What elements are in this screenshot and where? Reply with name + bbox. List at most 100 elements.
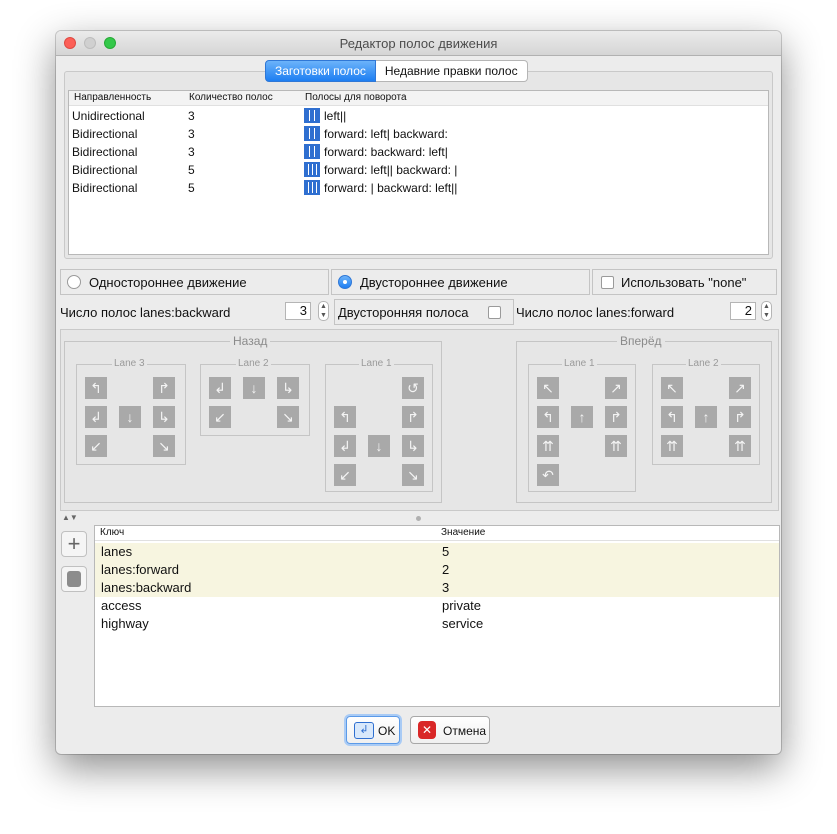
slight-left-icon[interactable]: ↙ — [334, 464, 356, 486]
turn-right-icon[interactable]: ↱ — [605, 406, 627, 428]
turn-right-icon[interactable]: ↱ — [729, 406, 751, 428]
merge-right-icon[interactable]: ⇈ — [605, 435, 627, 457]
delete-tag-button[interactable] — [61, 566, 87, 592]
preset-count: 5 — [188, 163, 195, 177]
turn-left-icon[interactable]: ↲ — [334, 435, 356, 457]
tag-row[interactable]: access private — [95, 597, 779, 615]
backward-count-stepper[interactable]: ▲ ▼ — [318, 301, 329, 321]
slight-left-icon[interactable]: ↖ — [537, 377, 559, 399]
col-value[interactable]: Значение — [441, 527, 485, 538]
preset-direction: Bidirectional — [72, 163, 138, 177]
lane-label: Lane 2 — [686, 358, 721, 369]
lane-preview-icon — [304, 108, 320, 123]
twoway-option[interactable]: Двустороннее движение — [331, 269, 590, 295]
through-icon[interactable]: ↓ — [119, 406, 141, 428]
oneway-radio[interactable] — [67, 275, 81, 289]
merge-left-icon[interactable]: ⇈ — [661, 435, 683, 457]
turn-left-icon[interactable]: ↲ — [85, 406, 107, 428]
turn-right-u-icon[interactable]: ↱ — [402, 406, 424, 428]
preset-direction: Bidirectional — [72, 127, 138, 141]
tag-row[interactable]: lanes:backward 3 — [95, 579, 779, 597]
collapse-arrows-icon[interactable]: ▲▼ — [62, 513, 78, 522]
split-handle[interactable]: ▲▼ — [60, 513, 777, 523]
cancel-label: Отмена — [443, 724, 487, 738]
oneway-option[interactable]: Одностороннее движение — [60, 269, 329, 295]
tag-value[interactable]: 2 — [442, 562, 449, 577]
title-bar[interactable]: Редактор полос движения — [56, 31, 781, 56]
tag-row[interactable]: lanes 5 — [95, 543, 779, 561]
tag-row[interactable]: highway service — [95, 615, 779, 633]
forward-count-stepper[interactable]: ▲ ▼ — [761, 301, 772, 321]
through-icon[interactable]: ↑ — [695, 406, 717, 428]
ok-icon: ↲ — [354, 722, 374, 739]
turn-right-u-icon[interactable]: ↱ — [153, 377, 175, 399]
col-direction[interactable]: Направленность — [74, 92, 151, 103]
lane-label: Lane 1 — [359, 358, 394, 369]
tag-key[interactable]: lanes — [101, 544, 132, 559]
slight-left-icon[interactable]: ↖ — [661, 377, 683, 399]
tag-value[interactable]: service — [442, 616, 483, 631]
both-lane-label: Двусторонняя полоса — [338, 305, 469, 320]
col-turns[interactable]: Полосы для поворота — [305, 92, 407, 103]
preset-turns: forward: left| backward: — [324, 127, 448, 141]
slight-right-icon[interactable]: ↘ — [153, 435, 175, 457]
turn-left-icon[interactable]: ↲ — [209, 377, 231, 399]
use-none-option[interactable]: Использовать "none" — [592, 269, 777, 295]
u-turn-icon[interactable]: ↺ — [402, 377, 424, 399]
lane-preview-icon — [304, 126, 320, 141]
turn-right-icon[interactable]: ↳ — [402, 435, 424, 457]
preset-row[interactable]: Unidirectional 3 left|| — [69, 107, 768, 125]
through-icon[interactable]: ↓ — [243, 377, 265, 399]
col-count[interactable]: Количество полос — [189, 92, 273, 103]
both-lane-option[interactable]: Двусторонняя полоса — [334, 299, 514, 325]
through-icon[interactable]: ↓ — [368, 435, 390, 457]
preset-turns: forward: backward: left| — [324, 145, 448, 159]
merge-left-icon[interactable]: ⇈ — [537, 435, 559, 457]
tag-key[interactable]: lanes:forward — [101, 562, 179, 577]
slight-left-icon[interactable]: ↙ — [85, 435, 107, 457]
preset-row[interactable]: Bidirectional 3 forward: left| backward: — [69, 125, 768, 143]
turn-left-icon[interactable]: ↰ — [537, 406, 559, 428]
cancel-button[interactable]: ✕ Отмена — [410, 716, 490, 744]
add-tag-button[interactable]: + — [61, 531, 87, 557]
preset-direction: Bidirectional — [72, 181, 138, 195]
tag-row[interactable]: lanes:forward 2 — [95, 561, 779, 579]
ok-button[interactable]: ↲ OK — [346, 716, 400, 744]
turn-left-u-icon[interactable]: ↰ — [85, 377, 107, 399]
turn-right-icon[interactable]: ↳ — [153, 406, 175, 428]
through-icon[interactable]: ↑ — [571, 406, 593, 428]
use-none-checkbox[interactable] — [601, 276, 614, 289]
slight-left-icon[interactable]: ↙ — [209, 406, 231, 428]
tag-key[interactable]: highway — [101, 616, 149, 631]
slight-right-icon[interactable]: ↘ — [402, 464, 424, 486]
u-turn-icon[interactable]: ↶ — [537, 464, 559, 486]
turn-right-icon[interactable]: ↳ — [277, 377, 299, 399]
twoway-radio[interactable] — [338, 275, 352, 289]
preset-row[interactable]: Bidirectional 5 forward: left|| backward… — [69, 161, 768, 179]
tag-value[interactable]: 3 — [442, 580, 449, 595]
backward-count-input[interactable]: 3 — [285, 302, 311, 320]
tag-value[interactable]: 5 — [442, 544, 449, 559]
turn-left-icon[interactable]: ↰ — [661, 406, 683, 428]
tab-lane-presets[interactable]: Заготовки полос — [265, 60, 376, 82]
tab-recent-edits[interactable]: Недавние правки полос — [375, 60, 528, 82]
preset-row[interactable]: Bidirectional 5 forward: | backward: lef… — [69, 179, 768, 197]
tag-value[interactable]: private — [442, 598, 481, 613]
oneway-label: Одностороннее движение — [89, 275, 247, 290]
slight-right-icon[interactable]: ↗ — [729, 377, 751, 399]
turn-left-u-icon[interactable]: ↰ — [334, 406, 356, 428]
tag-key[interactable]: access — [101, 598, 141, 613]
slight-right-icon[interactable]: ↘ — [277, 406, 299, 428]
forward-count-input[interactable]: 2 — [730, 302, 756, 320]
plus-icon: + — [67, 531, 81, 556]
slight-right-icon[interactable]: ↗ — [605, 377, 627, 399]
twoway-label: Двустороннее движение — [360, 275, 508, 290]
preset-turns: forward: left|| backward: | — [324, 163, 458, 177]
col-key[interactable]: Ключ — [100, 527, 124, 538]
forward-lane-1: Lane 1 ↖ ↗ ↰ ↑ ↱ ⇈ ⇈ ↶ — [528, 358, 636, 492]
tag-key[interactable]: lanes:backward — [101, 580, 191, 595]
preset-row[interactable]: Bidirectional 3 forward: backward: left| — [69, 143, 768, 161]
splitter-grip-icon[interactable] — [416, 516, 421, 521]
both-lane-checkbox[interactable] — [488, 306, 501, 319]
merge-right-icon[interactable]: ⇈ — [729, 435, 751, 457]
